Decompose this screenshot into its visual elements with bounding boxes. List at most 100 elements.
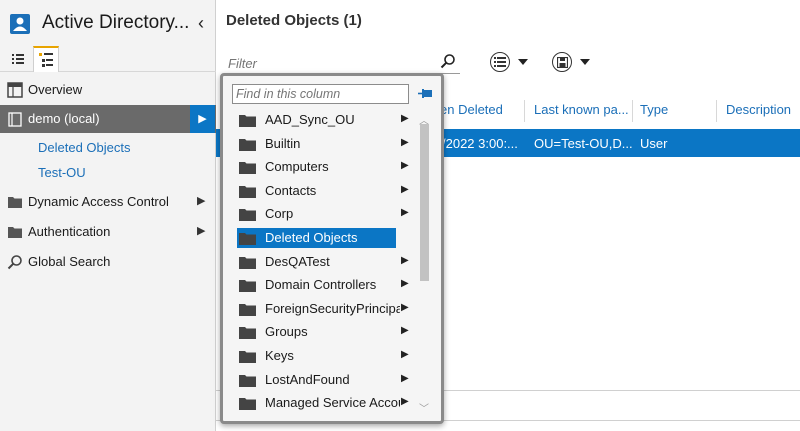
- pin-icon[interactable]: [417, 85, 435, 103]
- folder-icon: [239, 162, 256, 175]
- popup-list-item[interactable]: Groups ▶: [237, 322, 409, 342]
- column-header-description[interactable]: Description: [726, 102, 791, 117]
- chevron-down-icon: [518, 59, 528, 65]
- popup-scrollbar[interactable]: ︿ ﹀: [417, 110, 431, 418]
- sidebar-item-global-search[interactable]: Global Search: [0, 248, 216, 276]
- popup-list-item[interactable]: Keys ▶: [237, 346, 409, 366]
- filter-field[interactable]: [224, 50, 460, 74]
- popup-list-item[interactable]: Contacts ▶: [237, 181, 409, 201]
- expand-arrow-icon[interactable]: ▶: [197, 194, 205, 207]
- popup-list-item[interactable]: Builtin ▶: [237, 134, 409, 154]
- popup-list-item[interactable]: AAD_Sync_OU ▶: [237, 110, 409, 130]
- expand-arrow-icon[interactable]: ▶: [401, 349, 409, 360]
- column-separator[interactable]: [632, 100, 633, 122]
- search-icon[interactable]: [440, 53, 456, 69]
- column-header-when-deleted[interactable]: en Deleted: [440, 102, 503, 117]
- popup-list-item[interactable]: Computers ▶: [237, 157, 409, 177]
- sidebar-item-label: Authentication: [28, 224, 111, 239]
- filter-input[interactable]: [228, 54, 433, 72]
- column-filter-popup: AAD_Sync_OU▶Builtin▶Computers▶Contacts▶C…: [220, 73, 444, 424]
- cell-type: User: [640, 136, 668, 151]
- popup-item-label: Domain Controllers: [265, 277, 377, 293]
- find-in-column-field[interactable]: [232, 84, 409, 104]
- popup-item-label: DesQATest: [265, 253, 330, 269]
- folder-icon: [239, 115, 256, 127]
- column-header-type[interactable]: Type: [640, 102, 668, 117]
- search-icon: [7, 255, 22, 270]
- expand-arrow-icon[interactable]: ▶: [190, 105, 215, 133]
- app-title: Active Directory...: [42, 12, 190, 33]
- sidebar: Active Directory... ‹ Overview demo (loc…: [0, 0, 216, 431]
- popup-list-item[interactable]: Domain Controllers ▶: [237, 275, 409, 295]
- folder-icon: [239, 303, 256, 316]
- expand-arrow-icon[interactable]: ▶: [401, 137, 409, 148]
- sidebar-item-dynamic-access-control[interactable]: Dynamic Access Control ▶: [0, 188, 216, 216]
- sidebar-item-overview[interactable]: Overview: [0, 76, 216, 104]
- tree-icon: [39, 53, 53, 67]
- expand-arrow-icon[interactable]: ▶: [401, 396, 409, 407]
- folder-icon: [8, 227, 22, 238]
- expand-arrow-icon[interactable]: ▶: [401, 113, 409, 124]
- folder-icon: [239, 280, 256, 293]
- scroll-thumb[interactable]: [420, 124, 429, 281]
- sidebar-item-label: Overview: [28, 82, 83, 97]
- folder-icon: [239, 138, 256, 151]
- sidebar-item-authentication[interactable]: Authentication ▶: [0, 218, 216, 246]
- save-icon: [552, 52, 572, 72]
- folder-icon: [239, 233, 256, 245]
- column-header-last-known-parent[interactable]: Last known pa...: [534, 102, 629, 117]
- sidebar-subitem-test-ou[interactable]: Test-OU: [38, 165, 86, 180]
- popup-list-item[interactable]: Corp ▶: [237, 204, 409, 224]
- folder-icon: [239, 351, 256, 363]
- save-query-button[interactable]: [552, 51, 590, 73]
- expand-arrow-icon[interactable]: ▶: [401, 255, 409, 266]
- list-icon: [12, 54, 24, 64]
- sidebar-item-demo-local[interactable]: demo (local) ▶: [0, 105, 216, 133]
- active-directory-icon: [10, 14, 30, 34]
- expand-arrow-icon[interactable]: ▶: [401, 278, 409, 289]
- popup-item-label: Deleted Objects: [265, 230, 358, 245]
- expand-arrow-icon[interactable]: ▶: [401, 207, 409, 218]
- expand-arrow-icon[interactable]: ▶: [401, 373, 409, 384]
- collapse-sidebar-button[interactable]: ‹: [193, 14, 209, 32]
- popup-item-label: Groups: [265, 324, 308, 340]
- folder-icon: [239, 256, 256, 269]
- folder-icon: [239, 209, 256, 222]
- popup-item-label: AAD_Sync_OU: [265, 112, 355, 127]
- chevron-down-icon[interactable]: ﹀: [419, 400, 429, 415]
- popup-item-label: Managed Service Accou: [265, 395, 400, 411]
- list-options-icon: [490, 52, 510, 72]
- popup-list-item[interactable]: Managed Service Accou ▶: [237, 393, 409, 413]
- column-separator[interactable]: [524, 100, 525, 122]
- popup-list-item[interactable]: DesQATest ▶: [237, 252, 409, 272]
- popup-list-item[interactable]: Deleted Objects: [237, 228, 396, 248]
- sidebar-subitem-deleted-objects[interactable]: Deleted Objects: [38, 140, 131, 155]
- popup-list-item[interactable]: ForeignSecurityPrincipa ▶: [237, 299, 409, 319]
- find-in-column-input[interactable]: [236, 86, 404, 102]
- folder-icon: [239, 374, 256, 387]
- expand-arrow-icon[interactable]: ▶: [401, 160, 409, 171]
- cell-when-deleted: /2022 3:00:...: [442, 136, 518, 151]
- list-view-tab[interactable]: [7, 48, 29, 70]
- popup-item-label: ForeignSecurityPrincipa: [265, 300, 400, 316]
- column-separator[interactable]: [716, 100, 717, 122]
- folder-icon: [8, 197, 22, 208]
- expand-arrow-icon[interactable]: ▶: [401, 302, 409, 313]
- folder-icon: [239, 398, 256, 411]
- domain-icon: [8, 112, 22, 127]
- view-options-button[interactable]: [490, 51, 528, 73]
- sidebar-item-label: Dynamic Access Control: [28, 194, 169, 209]
- expand-arrow-icon[interactable]: ▶: [401, 325, 409, 336]
- view-tabs: [0, 46, 216, 72]
- popup-item-label: Corp: [265, 206, 294, 222]
- tree-view-tab[interactable]: [33, 46, 59, 72]
- popup-item-label: LostAndFound: [265, 371, 350, 387]
- expand-arrow-icon[interactable]: ▶: [197, 224, 205, 237]
- popup-list-item[interactable]: LostAndFound ▶: [237, 370, 409, 390]
- sidebar-item-label: demo (local): [28, 111, 100, 126]
- chevron-down-icon: [580, 59, 590, 65]
- folder-icon: [239, 185, 256, 198]
- expand-arrow-icon[interactable]: ▶: [401, 184, 409, 195]
- popup-item-label: Computers: [265, 159, 329, 175]
- sidebar-item-label: Global Search: [28, 254, 111, 269]
